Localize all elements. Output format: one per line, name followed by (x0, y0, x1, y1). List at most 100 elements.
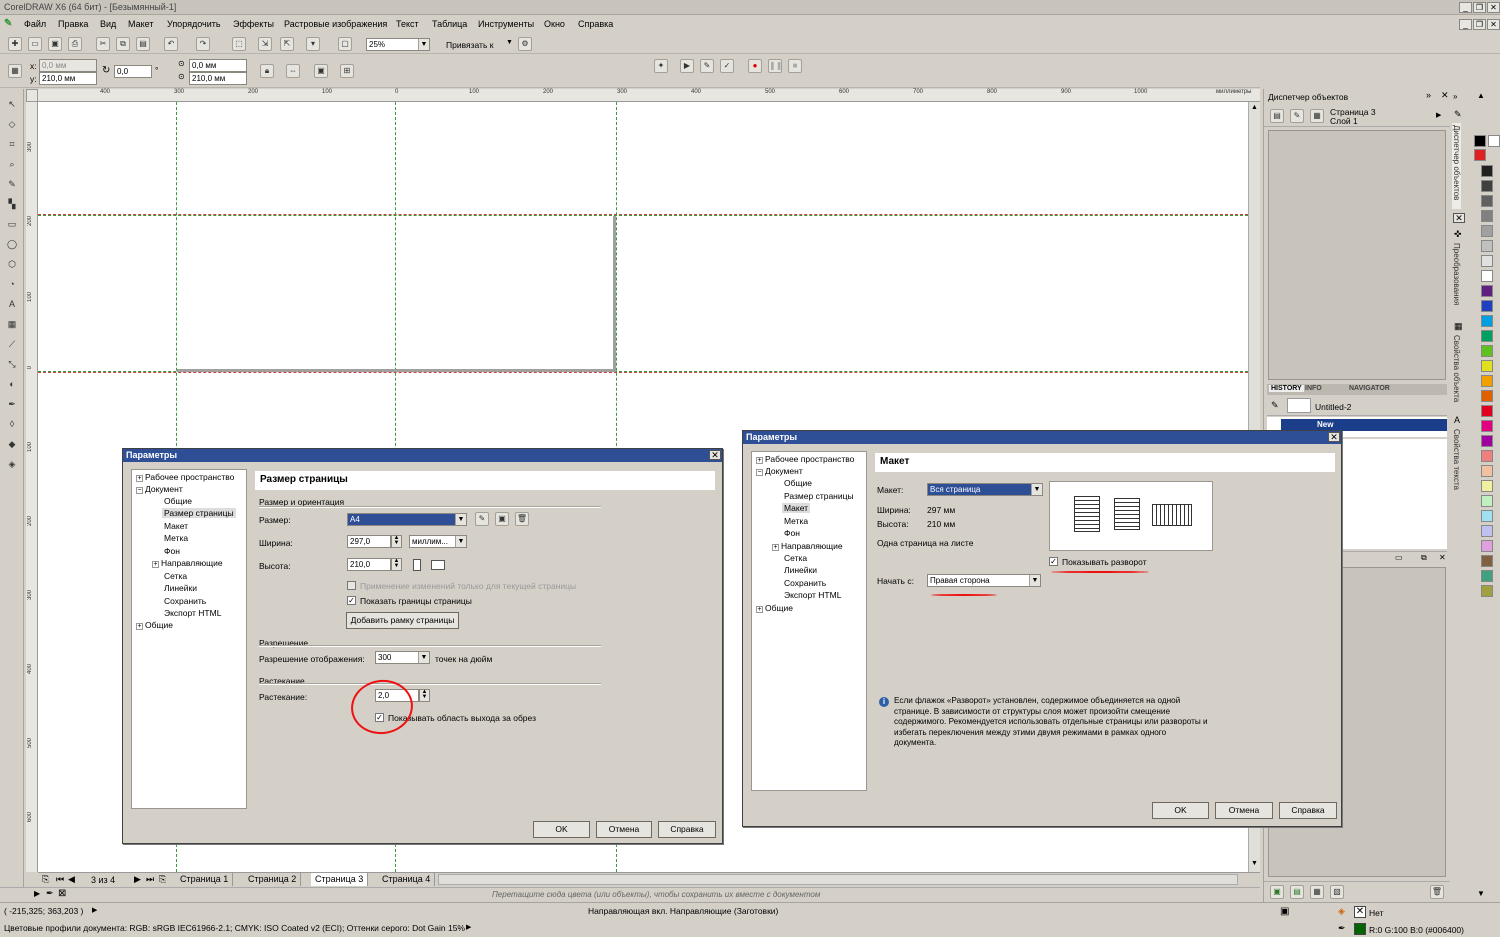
tree-save[interactable]: Сохранить (784, 578, 826, 588)
record-icon[interactable]: ● (748, 59, 762, 73)
horizontal-scrollbar[interactable] (438, 874, 1238, 885)
tree-document[interactable]: − Документ (136, 484, 183, 494)
tree-label[interactable]: Метка (164, 533, 188, 543)
show-borders-checkbox[interactable]: ✓ (347, 596, 356, 605)
eyedropper-tool-icon[interactable]: ✒ (5, 397, 19, 411)
color-swatch[interactable] (1481, 585, 1493, 597)
close-icon[interactable]: ✕ (1487, 2, 1500, 13)
tree-background[interactable]: Фон (164, 546, 180, 556)
tree-grid[interactable]: Сетка (164, 571, 187, 581)
menu-help[interactable]: Справка (578, 19, 613, 29)
zoom-combo[interactable]: 25% ▼ (366, 38, 430, 51)
menu-tools[interactable]: Инструменты (478, 19, 534, 29)
stop-icon[interactable]: ■ (788, 59, 802, 73)
close-icon[interactable]: ✕ (709, 450, 721, 460)
delete-preset-icon[interactable]: 🗑︎ (515, 512, 529, 526)
redo-icon[interactable]: ↷ (196, 37, 210, 51)
polygon-tool-icon[interactable]: ⬡ (5, 257, 19, 271)
color-swatch[interactable] (1481, 390, 1493, 402)
layer-props-icon[interactable]: ▤ (1270, 109, 1284, 123)
menu-text[interactable]: Текст (396, 19, 419, 29)
chevron-down-icon[interactable]: ▼ (418, 652, 429, 663)
table-tool-icon[interactable]: ▦ (5, 317, 19, 331)
color-swatch[interactable] (1481, 255, 1493, 267)
ok-button[interactable]: OK (533, 821, 590, 838)
scroll-up-icon[interactable]: ▲ (1251, 104, 1258, 111)
horizontal-ruler[interactable]: 400 300 200 100 0 100 200 300 400 500 600 700 800 900… (38, 89, 1260, 102)
color-swatch[interactable] (1481, 345, 1493, 357)
color-swatch[interactable] (1481, 405, 1493, 417)
new-master-layer-icon[interactable]: ▤ (1290, 885, 1304, 899)
tree-page-size[interactable]: Размер страницы (784, 491, 854, 501)
layer-edit-icon[interactable]: ✎ (1290, 109, 1304, 123)
units-icon[interactable]: ⇔ (286, 64, 300, 78)
layer-option-icon[interactable]: ▦ (1310, 885, 1324, 899)
tab-navigator[interactable]: NAVIGATOR (1349, 385, 1390, 392)
color-swatch[interactable] (1481, 465, 1493, 477)
width-field[interactable]: 297,0 (347, 535, 391, 548)
chevron-down-icon[interactable]: ▼ (506, 39, 513, 46)
doc-close-icon[interactable]: ✕ (1487, 19, 1500, 30)
tree-export-html[interactable]: Экспорт HTML (164, 608, 221, 618)
layout-combo[interactable]: Вся страница ▼ (927, 483, 1043, 496)
palette-scroll-up-icon[interactable]: ▲ (1477, 91, 1485, 100)
options-icon[interactable]: ⚙ (518, 37, 532, 51)
color-swatch[interactable] (1488, 135, 1500, 147)
chevron-down-icon[interactable]: ▼ (418, 39, 429, 50)
color-swatch[interactable] (1481, 435, 1493, 447)
tree-grid[interactable]: Сетка (784, 553, 807, 563)
vtab-object-properties[interactable]: Свойства объекта (1452, 335, 1461, 411)
color-swatch[interactable] (1481, 375, 1493, 387)
open-icon[interactable]: ▭ (28, 37, 42, 51)
color-swatch[interactable] (1474, 135, 1486, 147)
outline-tool-icon[interactable]: ◊ (5, 417, 19, 431)
tree-layout[interactable]: Макет (782, 503, 811, 513)
page-tab-3[interactable]: Страница 3 (311, 873, 369, 886)
rectangle-tool-icon[interactable]: ▭ (5, 217, 19, 231)
apply-current-page-checkbox[interactable] (347, 581, 356, 590)
restore-button[interactable]: ❐ (1473, 2, 1486, 13)
shape-tool-icon[interactable]: ◇ (5, 117, 19, 131)
no-color-icon[interactable]: ⊠ (58, 888, 66, 899)
pick-tool-icon[interactable]: ↖ (5, 97, 19, 111)
width-spinner[interactable]: ▲ ▼ (391, 535, 402, 548)
units-combo[interactable]: миллим... ▼ (409, 535, 467, 548)
color-swatch[interactable] (1481, 540, 1493, 552)
import-icon[interactable]: ⇲ (258, 37, 272, 51)
color-swatch[interactable] (1481, 480, 1493, 492)
chevron-down-icon[interactable]: ▼ (1029, 575, 1040, 586)
lock-icon[interactable]: 🔒︎ (260, 64, 274, 78)
first-page-icon[interactable]: ⏮ (56, 874, 64, 885)
eyedropper-icon[interactable]: ✒ (46, 888, 54, 899)
export-icon[interactable]: ⇱ (280, 37, 294, 51)
layer-view-icon[interactable]: ▦ (1310, 109, 1324, 123)
portrait-icon[interactable] (413, 559, 421, 571)
chevron-down-icon[interactable]: ▼ (455, 514, 466, 525)
help-button[interactable]: Справка (1279, 802, 1337, 819)
edit-macro-icon[interactable]: ✎ (700, 59, 714, 73)
paste-icon[interactable]: ▤ (136, 37, 150, 51)
add-page-frame-button[interactable]: Добавить рамку страницы (346, 612, 459, 629)
prev-page-icon[interactable]: ◀ (68, 874, 75, 885)
py-field[interactable]: 210,0 мм (189, 72, 247, 85)
menu-bitmaps[interactable]: Растровые изображения (284, 19, 387, 29)
tree-export-html[interactable]: Экспорт HTML (784, 590, 841, 600)
new-icon[interactable]: ✚ (8, 37, 22, 51)
tree-rulers[interactable]: Линейки (164, 583, 197, 593)
color-swatch[interactable] (1481, 495, 1493, 507)
color-swatch[interactable] (1481, 285, 1493, 297)
page-tab-4[interactable]: Страница 4 (378, 873, 436, 886)
rotation-field[interactable]: 0,0 (114, 65, 152, 78)
copy-icon[interactable]: ⧉ (116, 37, 130, 51)
vtab-transform[interactable]: Преобразования (1452, 243, 1461, 317)
bleed-spinner[interactable]: ▲ ▼ (419, 689, 430, 702)
add-page-icon[interactable]: ⎘ (159, 874, 166, 885)
size-combo[interactable]: A4 ▼ (347, 513, 467, 526)
tree-save[interactable]: Сохранить (164, 596, 206, 606)
history-redo-icon[interactable]: ⧉ (1421, 553, 1427, 563)
tree-label[interactable]: Метка (784, 516, 808, 526)
fullscreen-icon[interactable]: ▢ (338, 37, 352, 51)
page-tab-2[interactable]: Страница 2 (244, 873, 302, 886)
basic-shapes-icon[interactable]: ◔ (5, 277, 19, 291)
ok-button[interactable]: OK (1152, 802, 1209, 819)
